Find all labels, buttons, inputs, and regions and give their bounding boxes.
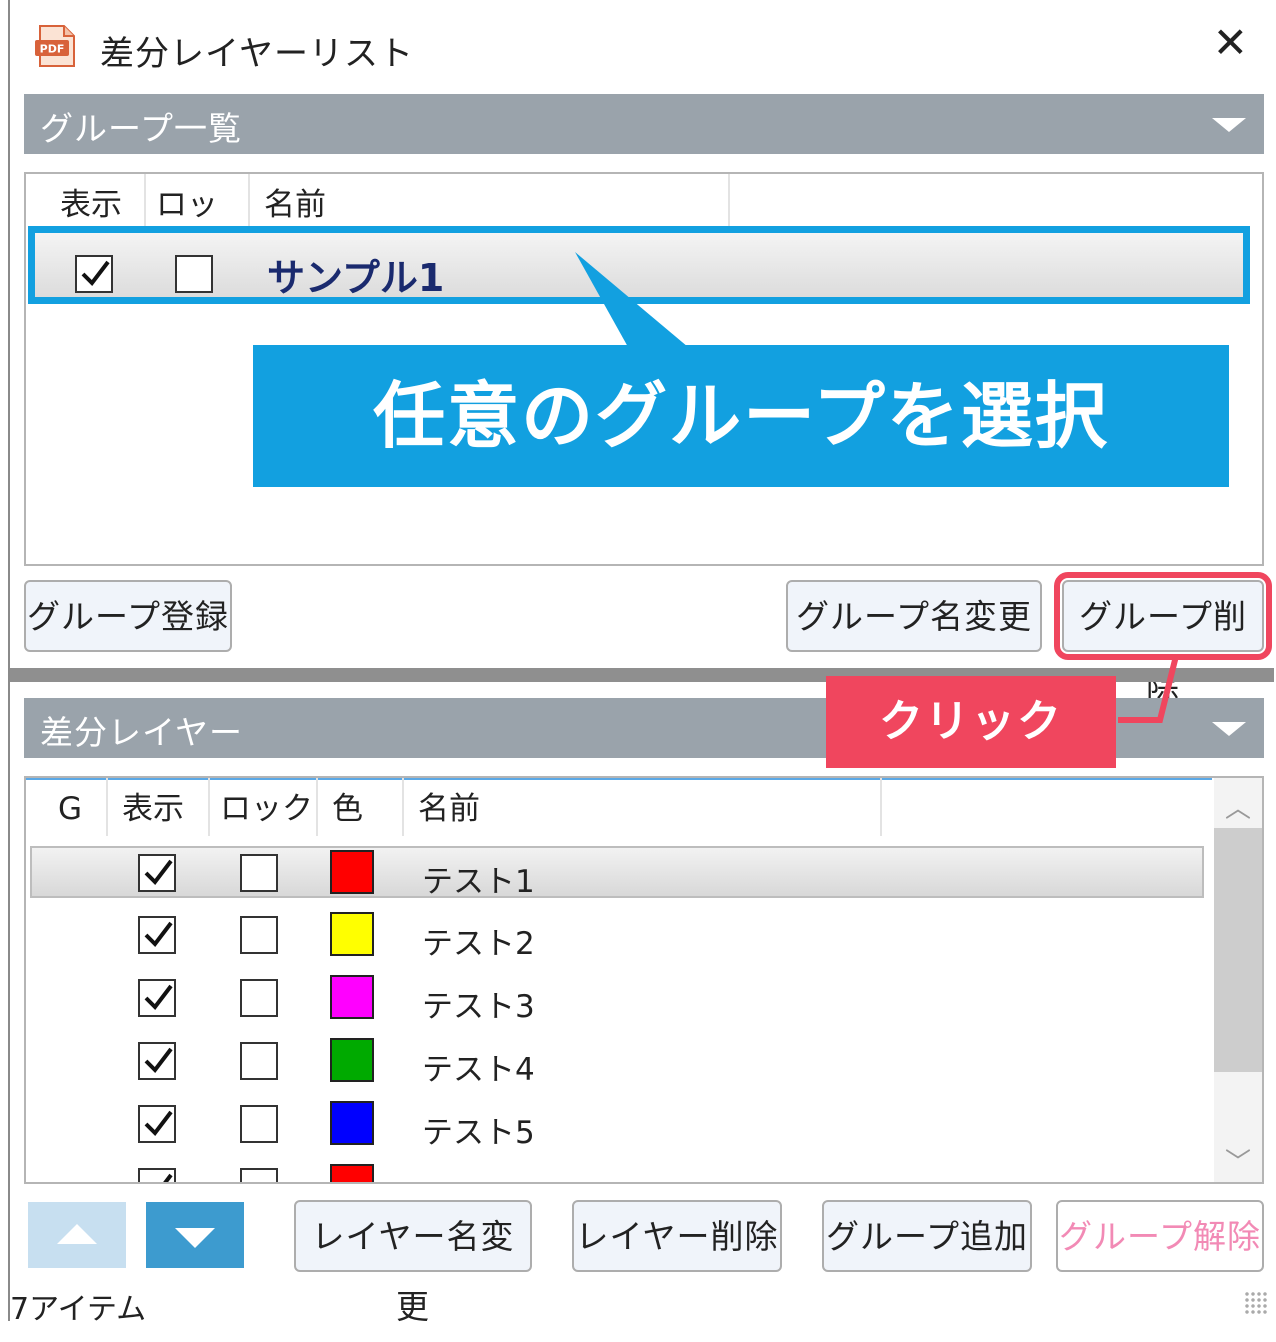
click-callout: クリック <box>826 676 1116 768</box>
select-group-callout: 任意のグループを選択 <box>253 345 1229 487</box>
callout-pointer <box>575 252 1179 723</box>
click-callout-text: クリック <box>879 696 1063 747</box>
select-group-callout-text: 任意のグループを選択 <box>373 374 1109 458</box>
